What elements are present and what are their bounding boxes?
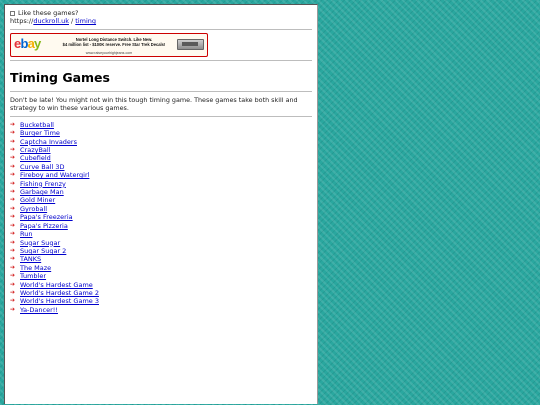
ad-text: Nortel Long Distance Switch. Like New. $… [53, 37, 175, 47]
game-link[interactable]: World's Hardest Game 2 [20, 289, 99, 297]
list-item: ➔ Gyroball [10, 205, 312, 213]
arrow-right-icon: ➔ [10, 204, 16, 212]
game-link[interactable]: Gold Miner [20, 196, 55, 204]
game-link[interactable]: World's Hardest Game [20, 281, 93, 289]
ad-line-2: $4 million list - $100K reserve. Free St… [62, 42, 166, 48]
arrow-right-icon: ➔ [10, 263, 16, 271]
breadcrumb-prefix: https:// [10, 17, 34, 25]
game-link[interactable]: Run [20, 230, 32, 238]
arrow-right-icon: ➔ [10, 246, 16, 254]
list-item: ➔ World's Hardest Game [10, 281, 312, 289]
list-item: ➔ TANKS [10, 255, 312, 263]
arrow-right-icon: ➔ [10, 196, 16, 204]
game-link[interactable]: World's Hardest Game 3 [20, 297, 99, 305]
divider [10, 29, 312, 30]
game-link[interactable]: Burger Time [20, 129, 60, 137]
list-item: ➔ CrazyBall [10, 146, 312, 154]
list-item: ➔ Papa's Pizzeria [10, 222, 312, 230]
list-item: ➔ Captcha Invaders [10, 138, 312, 146]
game-link[interactable]: Sugar Sugar [20, 239, 60, 247]
arrow-right-icon: ➔ [10, 288, 16, 296]
game-link[interactable]: Ya-Dancer!! [20, 306, 58, 314]
divider [10, 115, 312, 117]
page-content: Like these games? https://duckroll.uk / … [4, 4, 318, 404]
ad-product-image [177, 39, 204, 50]
arrow-right-icon: ➔ [10, 188, 16, 196]
game-link[interactable]: TANKS [20, 255, 41, 263]
game-link[interactable]: Captcha Invaders [20, 138, 77, 146]
list-item: ➔ Run [10, 230, 312, 238]
arrow-right-icon: ➔ [10, 154, 16, 162]
game-list: ➔ Bucketball ➔ Burger Time ➔ Captcha Invaders… [10, 121, 312, 314]
arrow-right-icon: ➔ [10, 238, 16, 246]
divider [10, 91, 312, 92]
arrow-right-icon: ➔ [10, 171, 16, 179]
game-link[interactable]: The Maze [20, 264, 51, 272]
ad-footer: www.raiseyourhighjeans.com [85, 51, 133, 55]
game-link[interactable]: Tumbler [20, 272, 46, 280]
arrow-right-icon: ➔ [10, 255, 16, 263]
arrow-right-icon: ➔ [10, 137, 16, 145]
arrow-right-icon: ➔ [10, 297, 16, 305]
list-item: ➔ Sugar Sugar 2 [10, 247, 312, 255]
arrow-right-icon: ➔ [10, 230, 16, 238]
list-item: ➔ Ya-Dancer!! [10, 306, 312, 314]
game-link[interactable]: Garbage Man [20, 188, 64, 196]
intro-text: Don't be late! You might not win this to… [10, 96, 298, 113]
game-link[interactable]: CrazyBall [20, 146, 51, 154]
arrow-right-icon: ➔ [10, 179, 16, 187]
game-link[interactable]: Bucketball [20, 121, 54, 129]
list-item: ➔ Cubefield [10, 154, 312, 162]
list-item: ➔ Papa's Freezeria [10, 213, 312, 221]
arrow-right-icon: ➔ [10, 129, 16, 137]
breadcrumb-site-link[interactable]: duckroll.uk [33, 17, 69, 25]
like-checkbox[interactable] [10, 10, 15, 16]
game-link[interactable]: Cubefield [20, 154, 51, 162]
arrow-right-icon: ➔ [10, 146, 16, 154]
like-row: Like these games? [10, 9, 312, 17]
game-link[interactable]: Sugar Sugar 2 [20, 247, 66, 255]
list-item: ➔ The Maze [10, 264, 312, 272]
page-title: Timing Games [10, 70, 110, 85]
game-link[interactable]: Gyroball [20, 205, 47, 213]
arrow-right-icon: ➔ [10, 213, 16, 221]
like-label: Like these games? [18, 9, 79, 17]
game-link[interactable]: Papa's Pizzeria [20, 222, 68, 230]
arrow-right-icon: ➔ [10, 221, 16, 229]
game-link[interactable]: Fireboy and Watergirl [20, 171, 89, 179]
list-item: ➔ World's Hardest Game 2 [10, 289, 312, 297]
list-item: ➔ Gold Miner [10, 196, 312, 204]
list-item: ➔ World's Hardest Game 3 [10, 297, 312, 305]
breadcrumb: https://duckroll.uk / timing [10, 17, 312, 26]
game-link[interactable]: Papa's Freezeria [20, 213, 73, 221]
arrow-right-icon: ➔ [10, 162, 16, 170]
list-item: ➔ Sugar Sugar [10, 239, 312, 247]
list-item: ➔ Fireboy and Watergirl [10, 171, 312, 179]
divider [10, 60, 312, 61]
arrow-right-icon: ➔ [10, 280, 16, 288]
game-link[interactable]: Fishing Frenzy [20, 180, 66, 188]
list-item: ➔ Curve Ball 3D [10, 163, 312, 171]
list-item: ➔ Burger Time [10, 129, 312, 137]
list-item: ➔ Garbage Man [10, 188, 312, 196]
arrow-right-icon: ➔ [10, 120, 16, 128]
ebay-logo: ebay [14, 36, 41, 51]
list-item: ➔ Tumbler [10, 272, 312, 280]
game-link[interactable]: Curve Ball 3D [20, 163, 65, 171]
ad-banner[interactable]: ebay Nortel Long Distance Switch. Like N… [10, 33, 208, 57]
arrow-right-icon: ➔ [10, 305, 16, 313]
breadcrumb-section-link[interactable]: timing [75, 17, 96, 25]
list-item: ➔ Bucketball [10, 121, 312, 129]
list-item: ➔ Fishing Frenzy [10, 180, 312, 188]
arrow-right-icon: ➔ [10, 272, 16, 280]
